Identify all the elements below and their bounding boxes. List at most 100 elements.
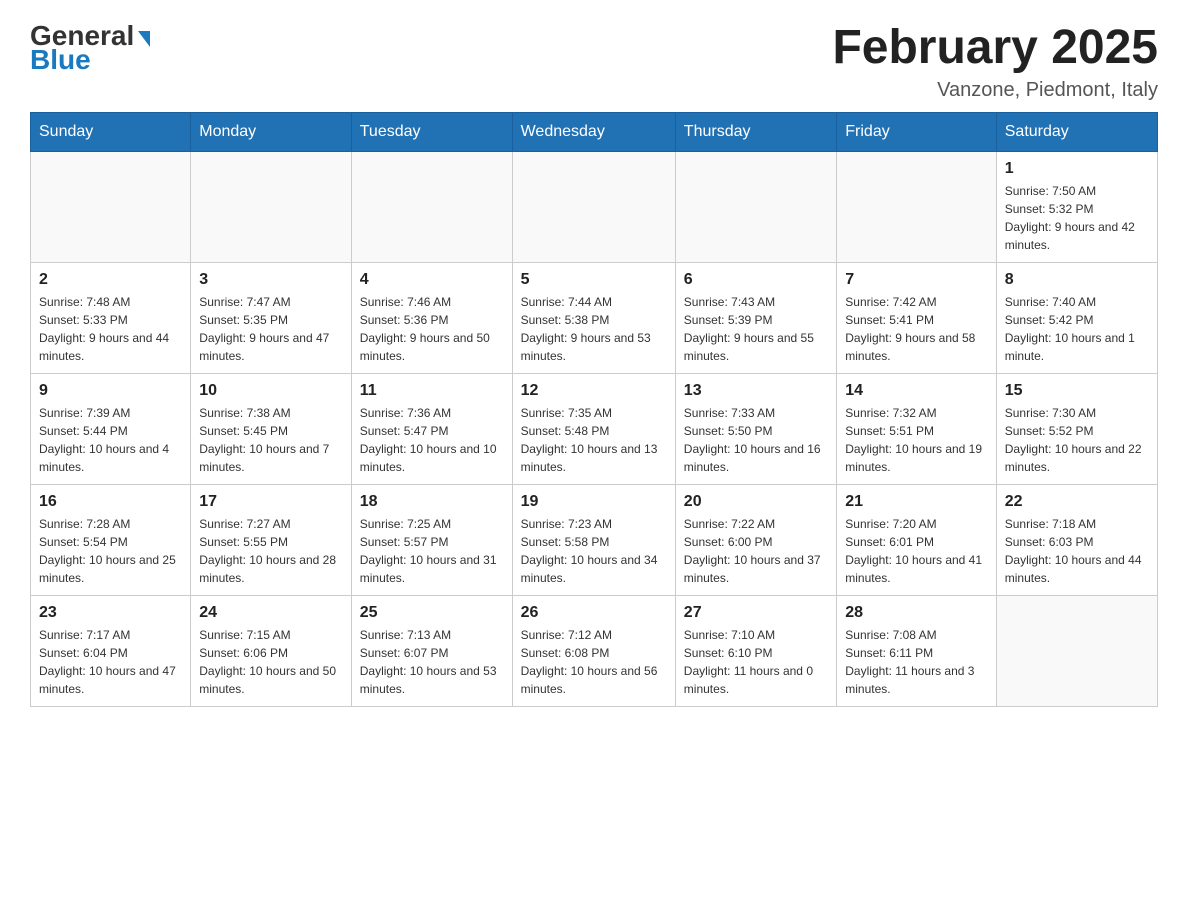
- day-number: 18: [360, 493, 504, 511]
- page-header: General Blue February 2025 Vanzone, Pied…: [30, 20, 1158, 102]
- day-number: 16: [39, 493, 182, 511]
- day-number: 5: [521, 271, 667, 289]
- day-info: Sunrise: 7:28 AM Sunset: 5:54 PM Dayligh…: [39, 515, 182, 587]
- calendar-cell: 23 Sunrise: 7:17 AM Sunset: 6:04 PM Dayli…: [31, 596, 191, 707]
- day-number: 24: [199, 604, 343, 622]
- calendar-cell: 5Sunrise: 7:44 AM Sunset: 5:38 PM Daylig…: [512, 263, 675, 374]
- calendar-cell: 27 Sunrise: 7:10 AM Sunset: 6:10 PM Dayli…: [675, 596, 836, 707]
- calendar-cell: [351, 152, 512, 263]
- calendar-cell: [31, 152, 191, 263]
- day-number: 22: [1005, 493, 1149, 511]
- calendar-cell: 28 Sunrise: 7:08 AM Sunset: 6:11 PM Dayli…: [837, 596, 996, 707]
- day-info: Sunrise: 7:10 AM Sunset: 6:10 PM Dayligh…: [684, 626, 828, 698]
- calendar-cell: 9Sunrise: 7:39 AM Sunset: 5:44 PM Daylig…: [31, 374, 191, 485]
- weekday-header-tuesday: Tuesday: [351, 113, 512, 152]
- day-info: Sunrise: 7:46 AM Sunset: 5:36 PM Dayligh…: [360, 293, 504, 365]
- weekday-header-row: SundayMondayTuesdayWednesdayThursdayFrid…: [31, 113, 1158, 152]
- location-subtitle: Vanzone, Piedmont, Italy: [832, 79, 1158, 102]
- day-info: Sunrise: 7:25 AM Sunset: 5:57 PM Dayligh…: [360, 515, 504, 587]
- calendar-cell: 6Sunrise: 7:43 AM Sunset: 5:39 PM Daylig…: [675, 263, 836, 374]
- calendar-cell: 15Sunrise: 7:30 AM Sunset: 5:52 PM Dayli…: [996, 374, 1157, 485]
- day-info: Sunrise: 7:18 AM Sunset: 6:03 PM Dayligh…: [1005, 515, 1149, 587]
- day-number: 25: [360, 604, 504, 622]
- weekday-header-saturday: Saturday: [996, 113, 1157, 152]
- calendar-cell: [996, 596, 1157, 707]
- day-number: 26: [521, 604, 667, 622]
- day-info: Sunrise: 7:15 AM Sunset: 6:06 PM Dayligh…: [199, 626, 343, 698]
- day-info: Sunrise: 7:17 AM Sunset: 6:04 PM Dayligh…: [39, 626, 182, 698]
- logo-arrow-icon: [138, 31, 150, 47]
- calendar-cell: 22 Sunrise: 7:18 AM Sunset: 6:03 PM Dayli…: [996, 485, 1157, 596]
- day-number: 14: [845, 382, 987, 400]
- day-number: 13: [684, 382, 828, 400]
- calendar-cell: 8 Sunrise: 7:40 AM Sunset: 5:42 PM Daylig…: [996, 263, 1157, 374]
- day-info: Sunrise: 7:40 AM Sunset: 5:42 PM Dayligh…: [1005, 293, 1149, 365]
- day-info: Sunrise: 7:42 AM Sunset: 5:41 PM Dayligh…: [845, 293, 987, 365]
- calendar-cell: [512, 152, 675, 263]
- day-number: 12: [521, 382, 667, 400]
- title-block: February 2025 Vanzone, Piedmont, Italy: [832, 20, 1158, 102]
- week-row-2: 2 Sunrise: 7:48 AM Sunset: 5:33 PM Daylig…: [31, 263, 1158, 374]
- day-info: Sunrise: 7:32 AM Sunset: 5:51 PM Dayligh…: [845, 404, 987, 476]
- calendar-cell: 3 Sunrise: 7:47 AM Sunset: 5:35 PM Daylig…: [191, 263, 352, 374]
- week-row-3: 9Sunrise: 7:39 AM Sunset: 5:44 PM Daylig…: [31, 374, 1158, 485]
- calendar-cell: 20 Sunrise: 7:22 AM Sunset: 6:00 PM Dayli…: [675, 485, 836, 596]
- day-number: 1: [1005, 160, 1149, 178]
- day-info: Sunrise: 7:35 AM Sunset: 5:48 PM Dayligh…: [521, 404, 667, 476]
- calendar-cell: 4 Sunrise: 7:46 AM Sunset: 5:36 PM Daylig…: [351, 263, 512, 374]
- weekday-header-friday: Friday: [837, 113, 996, 152]
- day-info: Sunrise: 7:13 AM Sunset: 6:07 PM Dayligh…: [360, 626, 504, 698]
- week-row-1: 1 Sunrise: 7:50 AM Sunset: 5:32 PM Daylig…: [31, 152, 1158, 263]
- calendar-cell: 17 Sunrise: 7:27 AM Sunset: 5:55 PM Dayli…: [191, 485, 352, 596]
- day-number: 6: [684, 271, 828, 289]
- day-info: Sunrise: 7:20 AM Sunset: 6:01 PM Dayligh…: [845, 515, 987, 587]
- calendar-cell: 11Sunrise: 7:36 AM Sunset: 5:47 PM Dayli…: [351, 374, 512, 485]
- day-number: 23: [39, 604, 182, 622]
- calendar-cell: [837, 152, 996, 263]
- day-number: 21: [845, 493, 987, 511]
- calendar-cell: 16 Sunrise: 7:28 AM Sunset: 5:54 PM Dayli…: [31, 485, 191, 596]
- logo: General Blue: [30, 20, 150, 76]
- weekday-header-wednesday: Wednesday: [512, 113, 675, 152]
- day-number: 4: [360, 271, 504, 289]
- calendar-cell: 24 Sunrise: 7:15 AM Sunset: 6:06 PM Dayli…: [191, 596, 352, 707]
- calendar-cell: [675, 152, 836, 263]
- day-number: 8: [1005, 271, 1149, 289]
- day-number: 27: [684, 604, 828, 622]
- calendar-cell: 25 Sunrise: 7:13 AM Sunset: 6:07 PM Dayli…: [351, 596, 512, 707]
- day-number: 7: [845, 271, 987, 289]
- day-number: 28: [845, 604, 987, 622]
- day-info: Sunrise: 7:36 AM Sunset: 5:47 PM Dayligh…: [360, 404, 504, 476]
- day-info: Sunrise: 7:08 AM Sunset: 6:11 PM Dayligh…: [845, 626, 987, 698]
- calendar-cell: 19 Sunrise: 7:23 AM Sunset: 5:58 PM Dayli…: [512, 485, 675, 596]
- calendar-cell: 18 Sunrise: 7:25 AM Sunset: 5:57 PM Dayli…: [351, 485, 512, 596]
- calendar-cell: 2 Sunrise: 7:48 AM Sunset: 5:33 PM Daylig…: [31, 263, 191, 374]
- day-info: Sunrise: 7:47 AM Sunset: 5:35 PM Dayligh…: [199, 293, 343, 365]
- day-info: Sunrise: 7:38 AM Sunset: 5:45 PM Dayligh…: [199, 404, 343, 476]
- day-info: Sunrise: 7:27 AM Sunset: 5:55 PM Dayligh…: [199, 515, 343, 587]
- day-number: 9: [39, 382, 182, 400]
- day-number: 15: [1005, 382, 1149, 400]
- calendar-cell: 7 Sunrise: 7:42 AM Sunset: 5:41 PM Daylig…: [837, 263, 996, 374]
- day-number: 20: [684, 493, 828, 511]
- week-row-5: 23 Sunrise: 7:17 AM Sunset: 6:04 PM Dayli…: [31, 596, 1158, 707]
- weekday-header-sunday: Sunday: [31, 113, 191, 152]
- calendar-cell: 13 Sunrise: 7:33 AM Sunset: 5:50 PM Dayli…: [675, 374, 836, 485]
- day-number: 2: [39, 271, 182, 289]
- day-info: Sunrise: 7:33 AM Sunset: 5:50 PM Dayligh…: [684, 404, 828, 476]
- logo-blue-text: Blue: [30, 44, 91, 76]
- day-number: 19: [521, 493, 667, 511]
- day-number: 17: [199, 493, 343, 511]
- day-info: Sunrise: 7:23 AM Sunset: 5:58 PM Dayligh…: [521, 515, 667, 587]
- calendar-cell: 26 Sunrise: 7:12 AM Sunset: 6:08 PM Dayli…: [512, 596, 675, 707]
- day-info: Sunrise: 7:50 AM Sunset: 5:32 PM Dayligh…: [1005, 182, 1149, 254]
- week-row-4: 16 Sunrise: 7:28 AM Sunset: 5:54 PM Dayli…: [31, 485, 1158, 596]
- calendar-cell: 1 Sunrise: 7:50 AM Sunset: 5:32 PM Daylig…: [996, 152, 1157, 263]
- calendar-cell: 12 Sunrise: 7:35 AM Sunset: 5:48 PM Dayli…: [512, 374, 675, 485]
- day-info: Sunrise: 7:48 AM Sunset: 5:33 PM Dayligh…: [39, 293, 182, 365]
- day-info: Sunrise: 7:22 AM Sunset: 6:00 PM Dayligh…: [684, 515, 828, 587]
- day-number: 3: [199, 271, 343, 289]
- day-info: Sunrise: 7:12 AM Sunset: 6:08 PM Dayligh…: [521, 626, 667, 698]
- calendar-cell: [191, 152, 352, 263]
- calendar-cell: 21 Sunrise: 7:20 AM Sunset: 6:01 PM Dayli…: [837, 485, 996, 596]
